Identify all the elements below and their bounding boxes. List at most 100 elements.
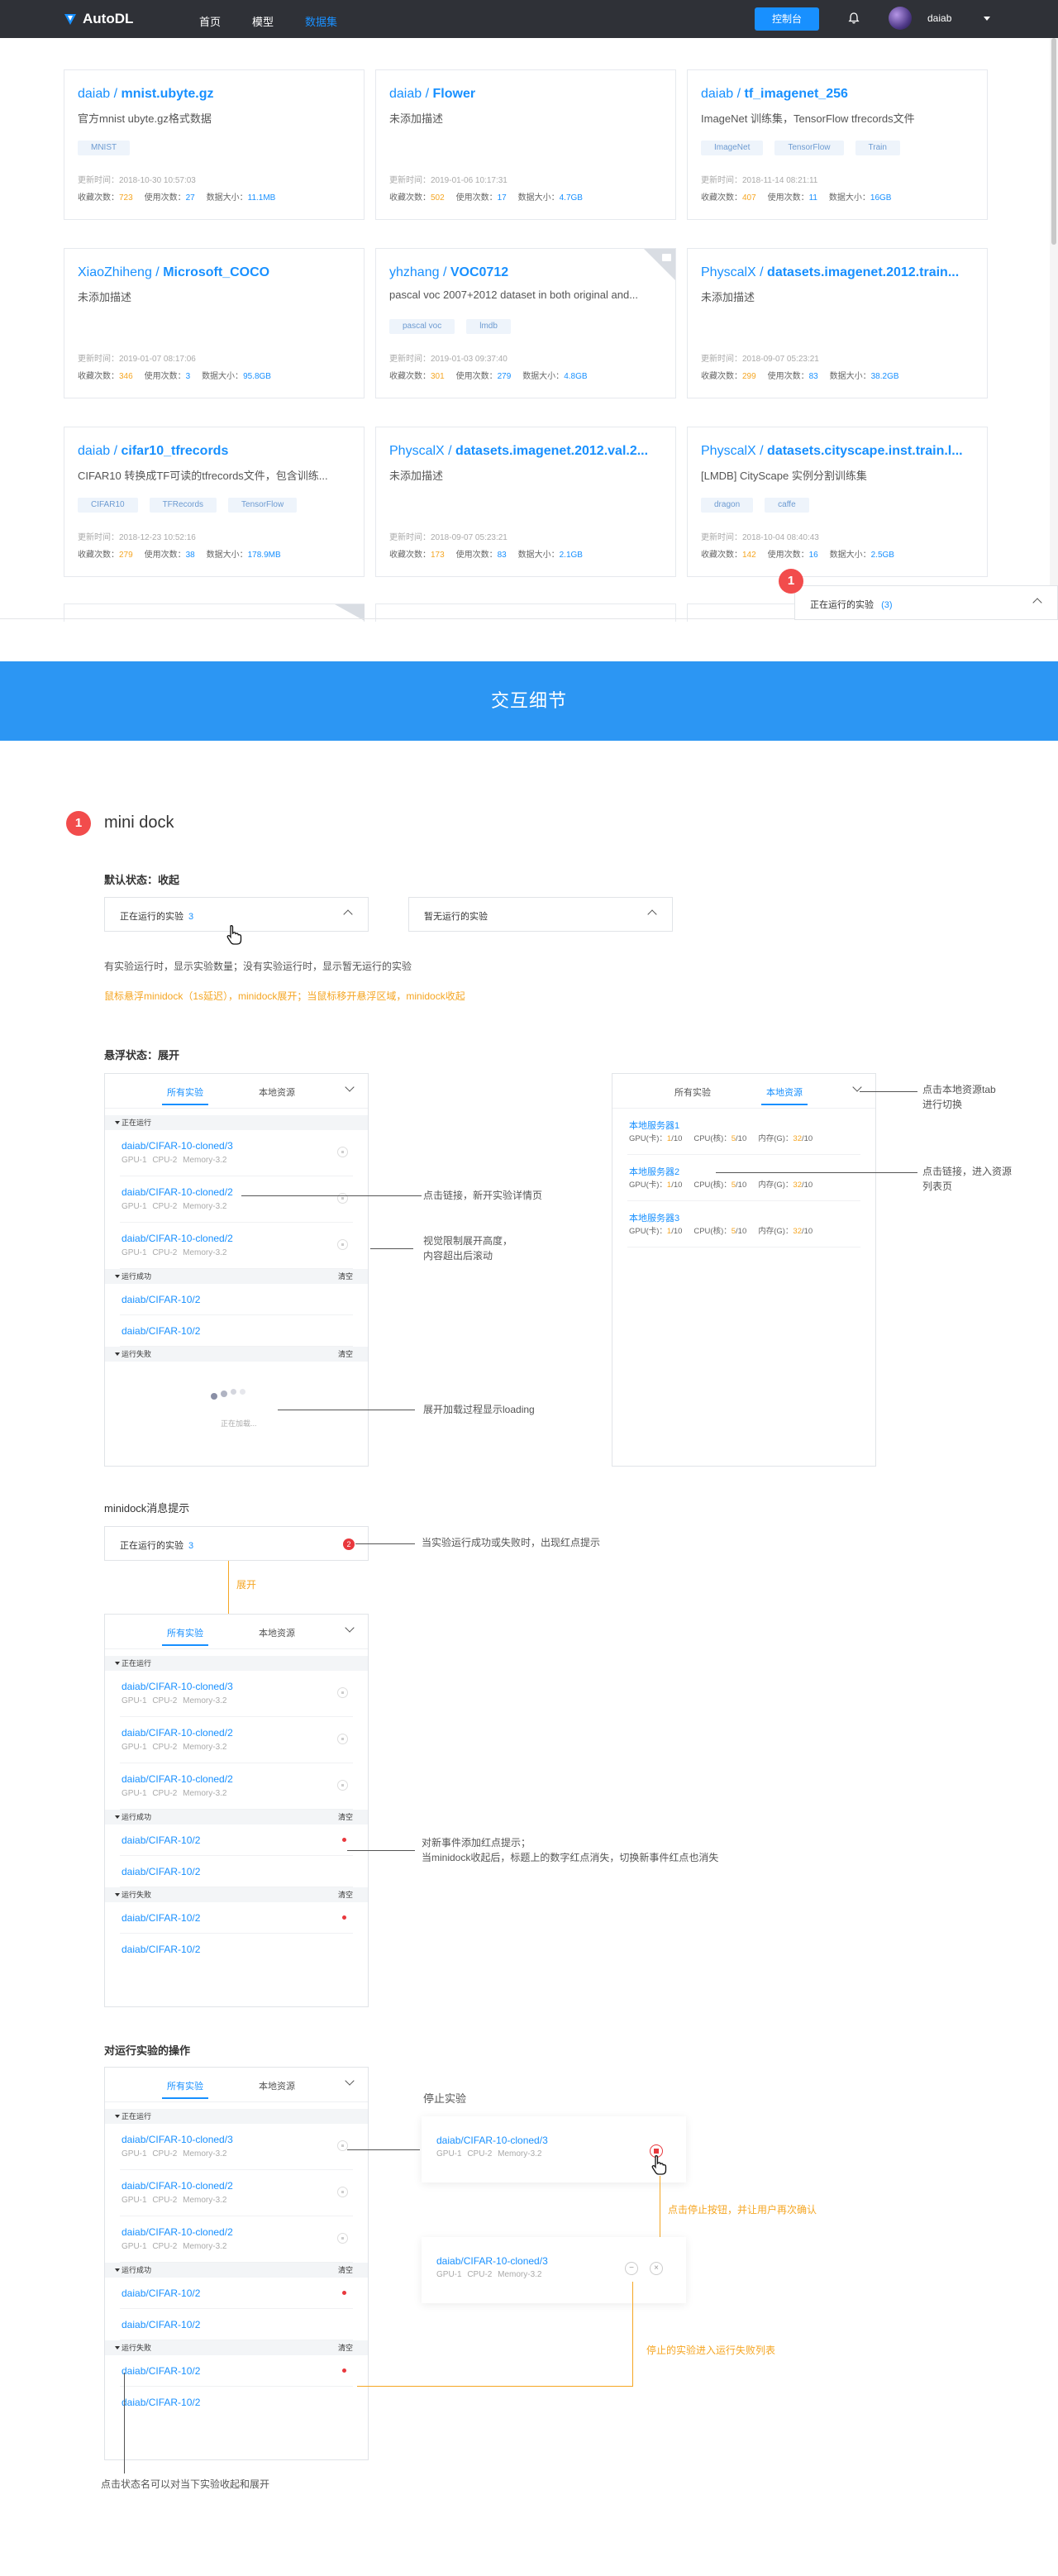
dataset-title[interactable]: PhyscalX / datasets.imagenet.2012.val.2.… <box>389 444 667 459</box>
experiment-link[interactable]: daiab/CIFAR-10/2 <box>122 2397 200 2408</box>
stop-button[interactable] <box>337 1193 348 1204</box>
dataset-card[interactable]: daiab / cifar10_tfrecords CIFAR10 转换成TF可读… <box>64 427 365 577</box>
tab-all-experiments[interactable]: 所有实验 <box>162 1626 208 1646</box>
dataset-owner[interactable]: PhyscalX <box>389 444 445 458</box>
clear-button[interactable]: 清空 <box>338 1810 353 1825</box>
dataset-tag[interactable]: MNIST <box>78 141 131 155</box>
section-running[interactable]: 正在运行 <box>105 2109 368 2124</box>
dataset-name[interactable]: datasets.cityscape.inst.train.l... <box>767 444 963 458</box>
dataset-title[interactable]: daiab / cifar10_tfrecords <box>78 444 355 459</box>
dataset-owner[interactable]: yhzhang <box>389 265 440 279</box>
tab-all-experiments[interactable]: 所有实验 <box>674 1085 711 1099</box>
section-success[interactable]: 运行成功 清空 <box>105 1269 368 1284</box>
section-running[interactable]: 正在运行 <box>105 1656 368 1671</box>
dataset-tag[interactable]: Train <box>855 141 900 155</box>
nav-home[interactable]: 首页 <box>199 13 221 29</box>
dataset-owner[interactable]: daiab <box>701 87 733 101</box>
experiment-link[interactable]: daiab/CIFAR-10-cloned/3 <box>122 2134 233 2145</box>
chevron-down-icon[interactable] <box>984 17 990 21</box>
dataset-name[interactable]: mnist.ubyte.gz <box>122 87 214 101</box>
experiment-link[interactable]: daiab/CIFAR-10/2 <box>122 1866 200 1877</box>
dataset-card[interactable]: PhyscalX / datasets.cityscape.inst.train… <box>687 427 988 577</box>
tab-all-experiments[interactable]: 所有实验 <box>162 1085 208 1105</box>
nav-models[interactable]: 模型 <box>252 13 274 29</box>
chevron-down-icon[interactable] <box>345 2076 355 2086</box>
minidock-with-badge[interactable]: 正在运行的实验 3 2 <box>104 1526 369 1561</box>
stop-button[interactable] <box>337 1780 348 1791</box>
scrollbar-thumb[interactable] <box>1051 38 1056 245</box>
close-icon[interactable]: × <box>650 2262 663 2275</box>
dataset-owner[interactable]: PhyscalX <box>701 265 756 279</box>
experiment-link[interactable]: daiab/CIFAR-10-cloned/3 <box>436 2135 548 2146</box>
dataset-name[interactable]: cifar10_tfrecords <box>122 444 229 458</box>
dataset-tag[interactable]: TensorFlow <box>228 498 298 513</box>
experiment-link[interactable]: daiab/CIFAR-10-cloned/2 <box>122 2180 233 2192</box>
dataset-owner[interactable]: XiaoZhiheng <box>78 265 152 279</box>
chevron-down-icon[interactable] <box>345 1082 355 1092</box>
tab-local-resources[interactable]: 本地资源 <box>761 1085 808 1105</box>
dataset-title[interactable]: PhyscalX / datasets.cityscape.inst.train… <box>701 444 979 459</box>
bookmark-icon[interactable] <box>662 254 671 261</box>
dataset-name[interactable]: VOC0712 <box>450 265 508 279</box>
experiment-link[interactable]: daiab/CIFAR-10-cloned/3 <box>122 1681 233 1692</box>
section-failed[interactable]: 运行失败 清空 <box>105 2340 368 2355</box>
server-link[interactable]: 本地服务器3 <box>629 1211 679 1224</box>
section-failed[interactable]: 运行失败 清空 <box>105 1887 368 1902</box>
experiment-link[interactable]: daiab/CIFAR-10/2 <box>122 1912 200 1924</box>
server-link[interactable]: 本地服务器2 <box>629 1165 679 1178</box>
dataset-card[interactable]: daiab / mnist.ubyte.gz 官方mnist ubyte.gz格式… <box>64 69 365 220</box>
experiment-link[interactable]: daiab/CIFAR-10-cloned/2 <box>122 2226 233 2238</box>
chevron-down-icon[interactable] <box>852 1082 862 1092</box>
clear-button[interactable]: 清空 <box>338 1269 353 1284</box>
experiment-link[interactable]: daiab/CIFAR-10/2 <box>122 2287 200 2299</box>
dataset-name[interactable]: Flower <box>433 87 476 101</box>
experiment-link[interactable]: daiab/CIFAR-10-cloned/3 <box>122 1140 233 1152</box>
minidock-empty[interactable]: 暂无运行的实验 <box>408 897 673 932</box>
tab-local-resources[interactable]: 本地资源 <box>259 1085 295 1099</box>
dataset-title[interactable]: PhyscalX / datasets.imagenet.2012.train.… <box>701 265 979 280</box>
dataset-title[interactable]: daiab / mnist.ubyte.gz <box>78 87 355 102</box>
dataset-owner[interactable]: daiab <box>78 87 110 101</box>
username[interactable]: daiab <box>927 12 951 24</box>
experiment-link[interactable]: daiab/CIFAR-10-cloned/2 <box>122 1233 233 1244</box>
avatar[interactable] <box>889 7 912 30</box>
chevron-down-icon[interactable] <box>345 1623 355 1633</box>
dataset-tag[interactable]: TFRecords <box>149 498 217 513</box>
experiment-link[interactable]: daiab/CIFAR-10-cloned/2 <box>122 1186 233 1198</box>
dataset-card[interactable]: XiaoZhiheng / Microsoft_COCO 未添加描述 更新时间：20… <box>64 248 365 398</box>
experiment-link[interactable]: daiab/CIFAR-10/2 <box>122 1325 200 1337</box>
tab-all-experiments[interactable]: 所有实验 <box>162 2079 208 2099</box>
experiment-link[interactable]: daiab/CIFAR-10-cloned/2 <box>122 1773 233 1785</box>
dataset-tag[interactable]: TensorFlow <box>774 141 844 155</box>
console-button[interactable]: 控制台 <box>755 7 819 31</box>
minus-icon[interactable]: − <box>625 2262 638 2275</box>
chevron-up-icon[interactable] <box>647 909 657 919</box>
chevron-up-icon[interactable] <box>343 909 353 919</box>
section-success[interactable]: 运行成功 清空 <box>105 2263 368 2278</box>
dataset-owner[interactable]: daiab <box>78 444 110 458</box>
chevron-up-icon[interactable] <box>1032 598 1042 608</box>
dataset-owner[interactable]: PhyscalX <box>701 444 756 458</box>
section-success[interactable]: 运行成功 清空 <box>105 1810 368 1825</box>
experiment-link[interactable]: daiab/CIFAR-10/2 <box>122 1944 200 1955</box>
clear-button[interactable]: 清空 <box>338 1887 353 1902</box>
stop-button[interactable] <box>337 1147 348 1157</box>
clear-button[interactable]: 清空 <box>338 2340 353 2355</box>
minidock[interactable]: 正在运行的实验 (3) <box>794 585 1058 620</box>
bell-icon[interactable] <box>847 12 860 25</box>
dataset-name[interactable]: Microsoft_COCO <box>163 265 269 279</box>
dataset-card[interactable]: daiab / tf_imagenet_256 ImageNet 训练集，Tens… <box>687 69 988 220</box>
dataset-tag[interactable]: dragon <box>701 498 754 513</box>
experiment-link[interactable]: daiab/CIFAR-10/2 <box>122 1834 200 1846</box>
experiment-link[interactable]: daiab/CIFAR-10-cloned/3 <box>436 2255 548 2267</box>
dataset-title[interactable]: daiab / Flower <box>389 87 667 102</box>
stop-button[interactable] <box>337 1734 348 1744</box>
dataset-name[interactable]: datasets.imagenet.2012.train... <box>767 265 959 279</box>
stop-button[interactable] <box>337 1687 348 1698</box>
section-failed[interactable]: 运行失败 清空 <box>105 1347 368 1362</box>
dataset-card[interactable]: yhzhang / VOC0712 pascal voc 2007+2012 da… <box>375 248 676 398</box>
dataset-tag[interactable]: CIFAR10 <box>78 498 138 513</box>
tab-local-resources[interactable]: 本地资源 <box>259 2079 295 2092</box>
clear-button[interactable]: 清空 <box>338 2263 353 2278</box>
dataset-owner[interactable]: daiab <box>389 87 422 101</box>
